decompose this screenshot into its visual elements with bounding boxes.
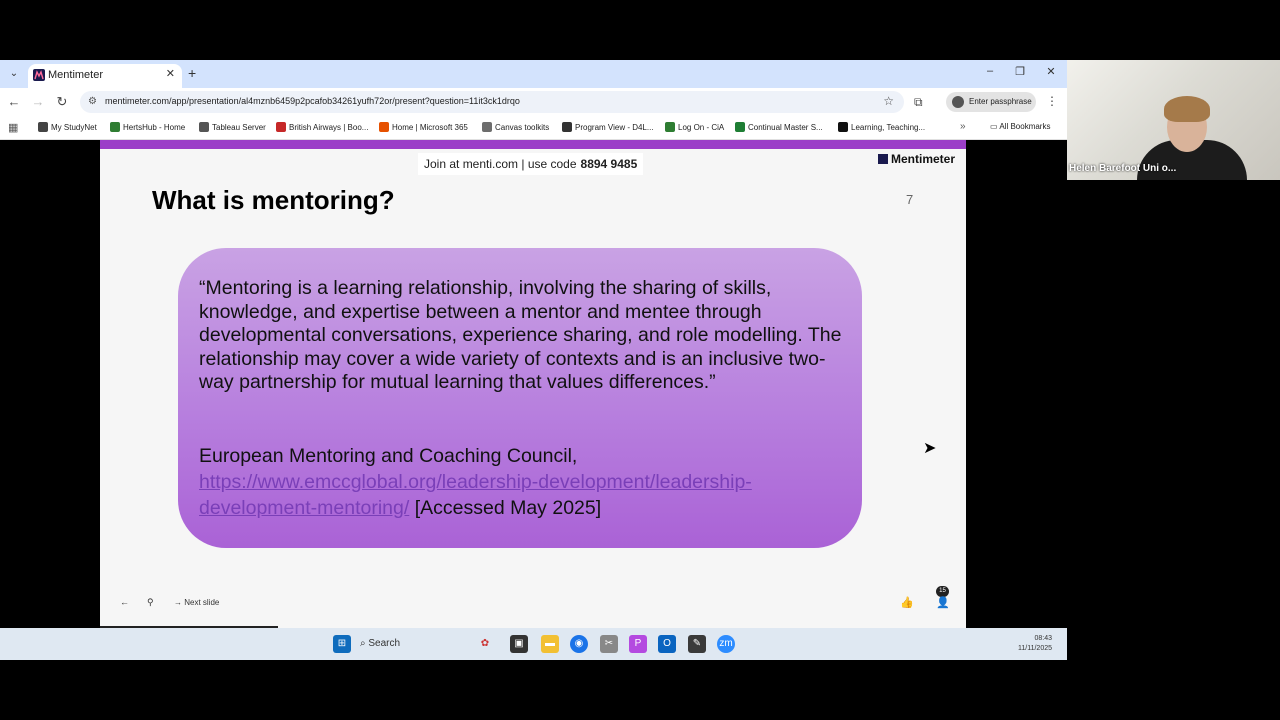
mentimeter-favicon-icon: [33, 69, 45, 81]
reactions-thumbs-up-icon[interactable]: 👍: [900, 596, 914, 609]
tab-title: Mentimeter: [48, 69, 104, 81]
participant-name: Helen Barefoot Uni o...: [1069, 163, 1177, 174]
bookmark-favicon-icon: [838, 122, 848, 132]
bookmark-item[interactable]: Home | Microsoft 365: [379, 122, 468, 132]
browser-menu-icon[interactable]: ⋮: [1046, 94, 1058, 108]
bookmark-item[interactable]: Canvas toolkits: [482, 122, 549, 132]
quote-text: “Mentoring is a learning relationship, i…: [199, 277, 842, 393]
bookmark-item[interactable]: HertsHub - Home: [110, 122, 185, 132]
bookmark-star-icon[interactable]: ☆: [883, 94, 894, 108]
powerpoint-icon[interactable]: P: [629, 635, 647, 653]
slide-accent-bar: [100, 140, 966, 149]
tab-close-icon[interactable]: ✕: [166, 67, 175, 80]
more-bookmarks-icon[interactable]: »: [960, 121, 966, 132]
mentimeter-logo: Mentimeter: [878, 152, 955, 166]
attribution-source: European Mentoring and Coaching Council,: [199, 445, 578, 467]
bookmarks-bar: ▦ My StudyNet HertsHub - Home Tableau Se…: [0, 116, 1067, 140]
bookmark-item[interactable]: Learning, Teaching...: [838, 122, 925, 132]
slide-title: What is mentoring?: [152, 185, 395, 215]
apps-grid-icon[interactable]: ▦: [8, 121, 18, 134]
enter-passphrase-button[interactable]: Enter passphrase: [946, 92, 1036, 112]
webcam-person-hair: [1164, 96, 1210, 122]
profile-avatar-icon: [952, 96, 964, 108]
passphrase-label: Enter passphrase: [969, 97, 1032, 106]
outlook-icon[interactable]: O: [658, 635, 676, 653]
new-tab-icon[interactable]: +: [188, 65, 196, 81]
clock-time: 08:43: [1034, 635, 1052, 642]
accessed-date: [Accessed May 2025]: [414, 497, 602, 519]
join-code: 8894 9485: [580, 157, 638, 171]
sticky-notes-icon[interactable]: ✎: [688, 635, 706, 653]
quote-box: “Mentoring is a learning relationship, i…: [178, 248, 862, 548]
next-arrow-icon: →: [174, 598, 185, 607]
windows-start-icon[interactable]: ⊞: [333, 635, 351, 653]
snipping-tool-icon[interactable]: ✂: [600, 635, 618, 653]
bookmark-favicon-icon: [199, 122, 209, 132]
bookmark-item[interactable]: Log On - CiA: [665, 122, 724, 132]
audience-person-icon[interactable]: 👤: [936, 596, 950, 609]
task-view-icon[interactable]: ▣: [510, 635, 528, 653]
next-slide-button[interactable]: → Next slide: [174, 598, 219, 607]
back-icon[interactable]: ←: [6, 94, 22, 109]
mentimeter-logo-icon: [878, 154, 888, 164]
attribution: European Mentoring and Coaching Council,…: [199, 443, 849, 521]
tab-mentimeter[interactable]: Mentimeter ✕: [28, 64, 182, 88]
bookmark-favicon-icon: [38, 122, 48, 132]
extensions-icon[interactable]: ⧉: [914, 95, 923, 110]
bookmark-item[interactable]: Program View - D4L...: [562, 122, 654, 132]
all-bookmarks-folder[interactable]: ▭ All Bookmarks: [990, 122, 1050, 131]
bookmark-favicon-icon: [276, 122, 286, 132]
previous-slide-icon[interactable]: ←: [120, 597, 129, 607]
address-bar-row: ← → ↻ ⚙ mentimeter.com/app/presentation/…: [0, 88, 1067, 116]
restore-icon[interactable]: ❐: [1013, 65, 1027, 78]
clock-date: 11/11/2025: [1018, 645, 1052, 652]
site-info-icon[interactable]: ⚙: [88, 96, 100, 108]
reload-icon[interactable]: ↻: [54, 94, 70, 110]
browser-window: ⌄ Mentimeter ✕ + – ❐ ✕ ← → ↻ ⚙ mentimete…: [0, 60, 1067, 660]
bookmark-item[interactable]: Tableau Server: [199, 122, 266, 132]
minimize-icon[interactable]: –: [983, 65, 997, 77]
bookmark-favicon-icon: [665, 122, 675, 132]
folder-icon: ▭: [990, 122, 1000, 131]
taskbar-clock[interactable]: 08:43 11/11/2025: [1008, 634, 1052, 654]
file-explorer-icon[interactable]: ▬: [541, 635, 559, 653]
widget-icon[interactable]: ✿: [476, 635, 494, 653]
bookmark-favicon-icon: [110, 122, 120, 132]
mouse-cursor-icon: ➤: [923, 440, 937, 457]
chrome-icon[interactable]: ◉: [570, 635, 588, 653]
presentation-page: Join at menti.com | use code 8894 9485 Me…: [0, 140, 1067, 628]
forward-icon[interactable]: →: [30, 94, 46, 109]
tab-strip: ⌄ Mentimeter ✕ + – ❐ ✕: [0, 60, 1067, 88]
bookmark-favicon-icon: [482, 122, 492, 132]
bookmark-item[interactable]: Continual Master S...: [735, 122, 823, 132]
bookmark-favicon-icon: [735, 122, 745, 132]
bookmark-item[interactable]: My StudyNet: [38, 122, 97, 132]
join-banner: Join at menti.com | use code 8894 9485: [418, 153, 644, 175]
slide-number: 7: [906, 192, 914, 207]
bookmark-favicon-icon: [562, 122, 572, 132]
windows-taskbar: ⊞ ⌕ Search ✿ ▣ ▬ ◉ ✂ P O ✎ zm 08:43 11/1…: [0, 628, 1067, 660]
join-text: Join at menti.com | use code: [424, 157, 577, 171]
url-bar[interactable]: ⚙ mentimeter.com/app/presentation/al4mzn…: [80, 91, 904, 113]
bookmark-item[interactable]: British Airways | Boo...: [276, 122, 368, 132]
tab-search-chevron-icon[interactable]: ⌄: [6, 66, 22, 82]
webcam-thumbnail: Helen Barefoot Uni o...: [1067, 60, 1280, 180]
slide: Join at menti.com | use code 8894 9485 Me…: [100, 140, 966, 628]
zoom-icon[interactable]: zm: [717, 635, 735, 653]
window-close-icon[interactable]: ✕: [1044, 65, 1058, 78]
bookmark-favicon-icon: [379, 122, 389, 132]
url-text: mentimeter.com/app/presentation/al4mznb6…: [105, 96, 520, 106]
hint-lightbulb-icon[interactable]: ⚲: [147, 597, 154, 608]
